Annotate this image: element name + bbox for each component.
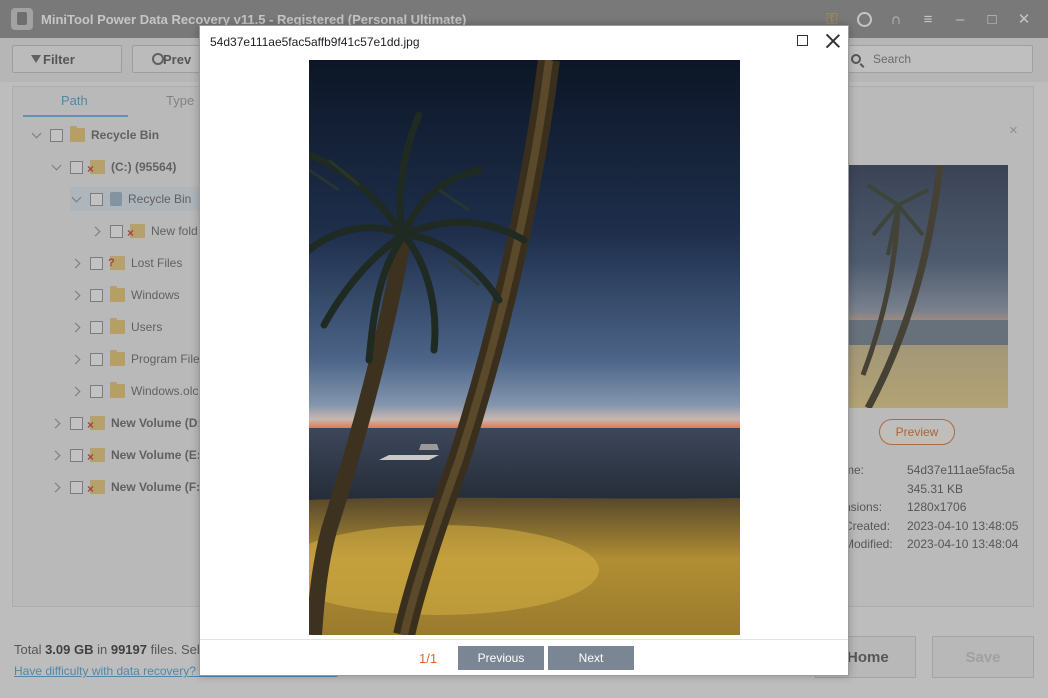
page-counter: 1/1 [419,651,438,666]
preview-image [309,60,740,635]
maximize-icon[interactable] [797,35,808,46]
close-icon[interactable] [824,32,842,50]
dialog-title: 54d37e111ae5fac5affb9f41c57e1dd.jpg [210,35,420,49]
dialog-footer: 1/1 Previous Next [200,639,848,675]
previous-button[interactable]: Previous [458,646,544,670]
next-button[interactable]: Next [548,646,634,670]
image-preview-dialog: 54d37e111ae5fac5affb9f41c57e1dd.jpg 1/1 … [199,25,849,676]
